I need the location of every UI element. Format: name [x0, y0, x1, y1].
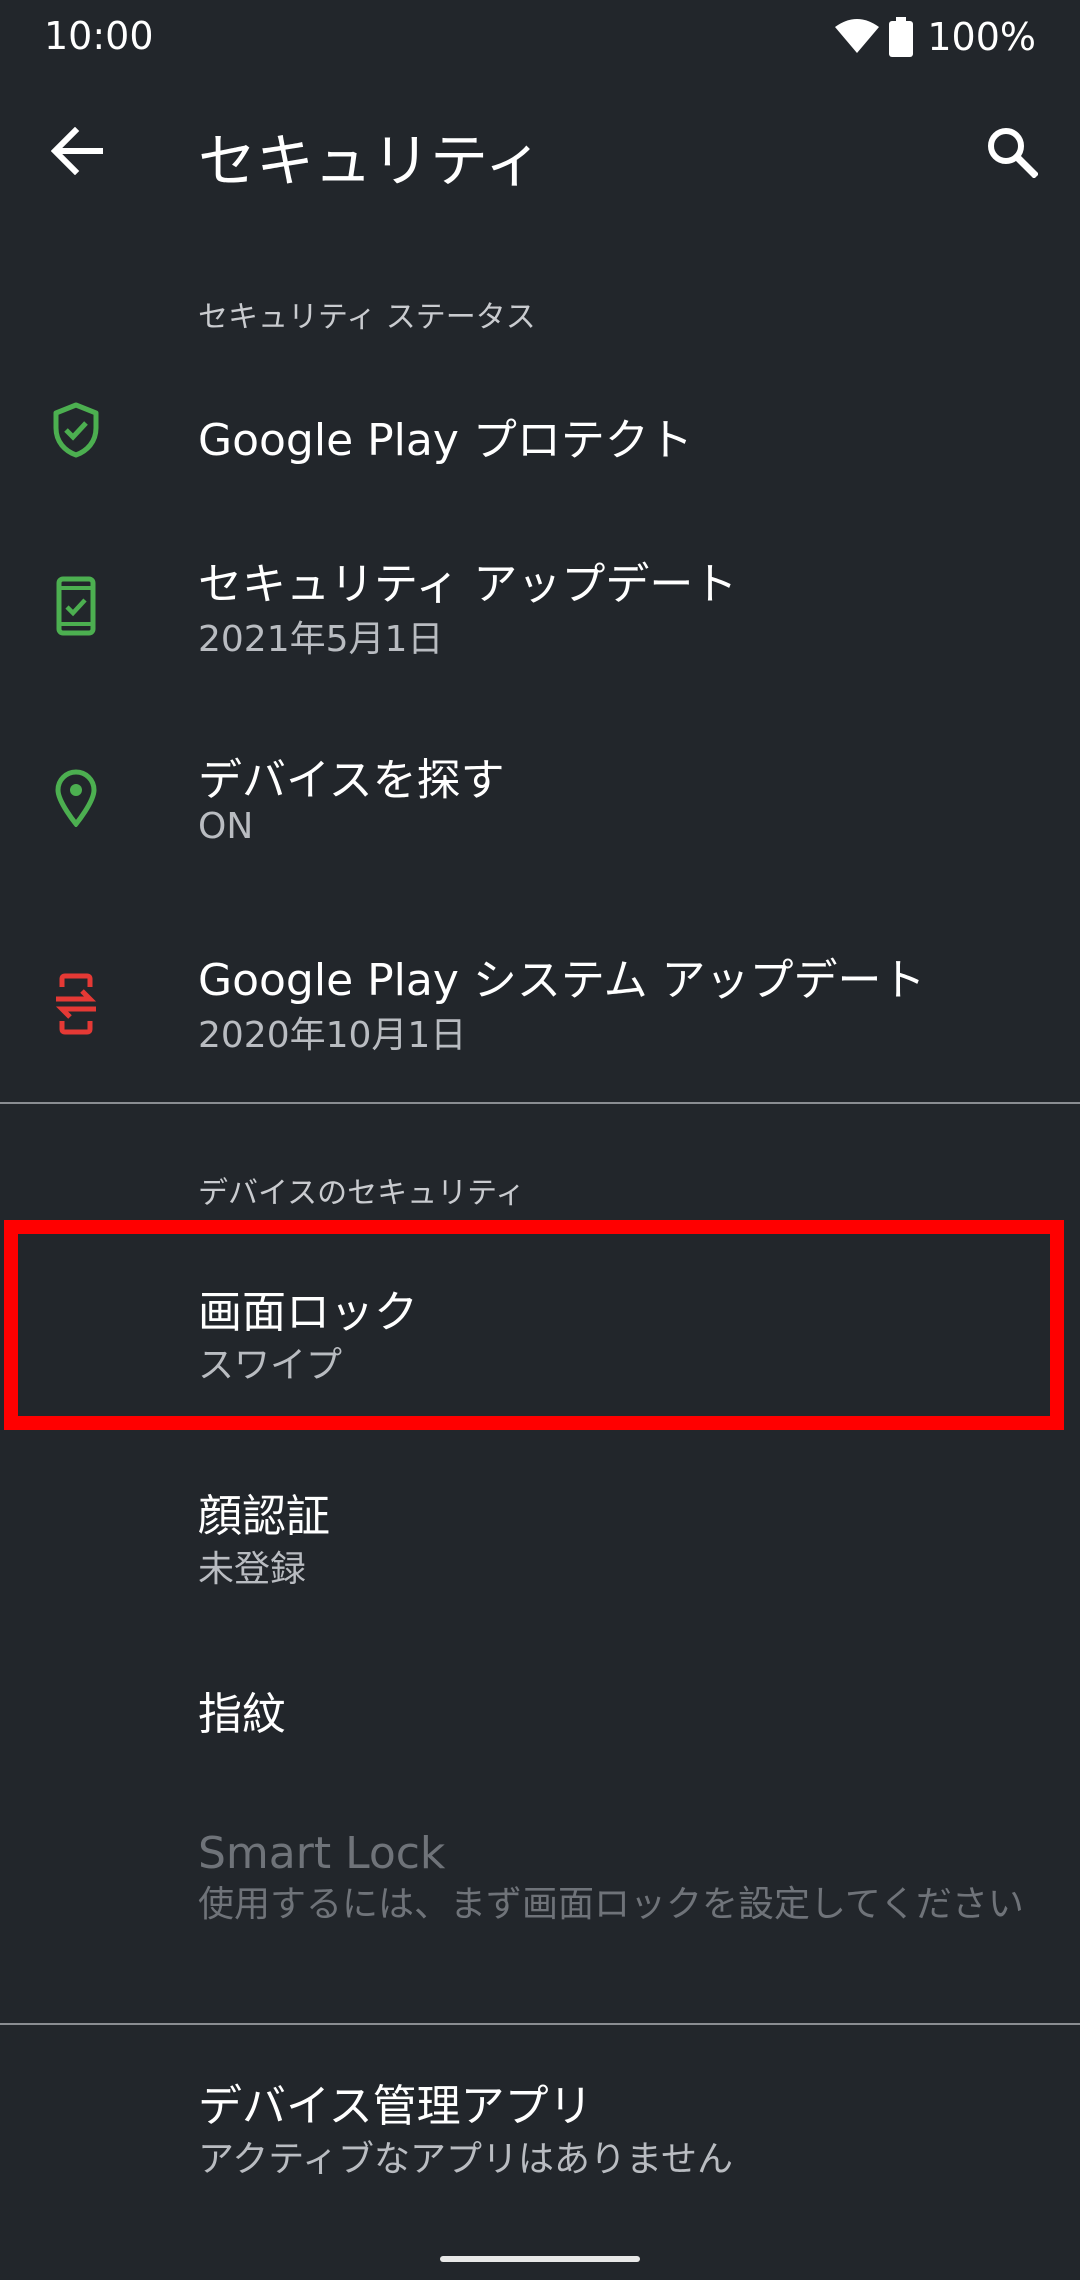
app-bar: セキュリティ: [0, 74, 1080, 224]
item-title: 指紋: [198, 1689, 286, 1740]
item-title: デバイス管理アプリ: [198, 2081, 593, 2132]
item-title: Smart Lock: [198, 1828, 446, 1879]
location-pin-icon: [40, 762, 112, 834]
item-summary: 2020年10月1日: [198, 1015, 467, 1056]
item-title: 顔認証: [198, 1491, 330, 1542]
item-system-update[interactable]: Google Play システム アップデート 2020年10月1日: [0, 900, 1080, 1100]
status-time: 10:00: [44, 14, 154, 58]
item-face-auth[interactable]: 顔認証 未登録: [0, 1440, 1080, 1640]
search-icon: [988, 128, 1038, 178]
item-title: セキュリティ アップデート: [198, 559, 738, 610]
item-summary: 使用するには、まず画面ロックを設定してください: [198, 1884, 1024, 1925]
item-summary: 2021年5月1日: [198, 619, 444, 660]
battery-icon: [889, 17, 914, 57]
section-header-security-status: セキュリティ ステータス: [198, 300, 536, 335]
item-summary: 未登録: [198, 1549, 307, 1590]
search-button[interactable]: [972, 112, 1052, 192]
phone-check-icon: [40, 570, 112, 642]
item-find-device[interactable]: デバイスを探す ON: [0, 700, 1080, 900]
item-summary: ON: [198, 806, 254, 847]
section-header-device-security: デバイスのセキュリティ: [198, 1176, 526, 1211]
item-title: デバイスを探す: [198, 755, 505, 806]
item-device-admin[interactable]: デバイス管理アプリ アクティブなアプリはありません: [0, 2060, 1080, 2260]
divider: [0, 1102, 1080, 1104]
item-google-play-protect[interactable]: Google Play プロテクト: [0, 350, 1080, 510]
item-title: Google Play システム アップデート: [198, 955, 926, 1006]
item-fingerprint[interactable]: 指紋: [0, 1640, 1080, 1790]
item-summary: アクティブなアプリはありません: [198, 2139, 733, 2180]
arrow-back-icon: [51, 127, 103, 175]
item-security-update[interactable]: セキュリティ アップデート 2021年5月1日: [0, 510, 1080, 700]
back-button[interactable]: [40, 114, 114, 188]
navigation-handle[interactable]: [440, 2256, 640, 2262]
shield-check-icon: [40, 394, 112, 466]
page-title: セキュリティ: [198, 127, 543, 195]
wifi-icon: [835, 19, 880, 55]
highlight-box: [4, 1220, 1064, 1430]
item-smart-lock: Smart Lock 使用するには、まず画面ロックを設定してください: [0, 1800, 1080, 2020]
status-bar: 10:00 100%: [0, 0, 1080, 74]
divider: [0, 2023, 1080, 2025]
item-title: Google Play プロテクト: [198, 415, 693, 466]
phone-update-icon: [40, 968, 112, 1040]
status-icons: 100%: [835, 14, 1036, 60]
battery-percentage: 100%: [927, 15, 1036, 59]
